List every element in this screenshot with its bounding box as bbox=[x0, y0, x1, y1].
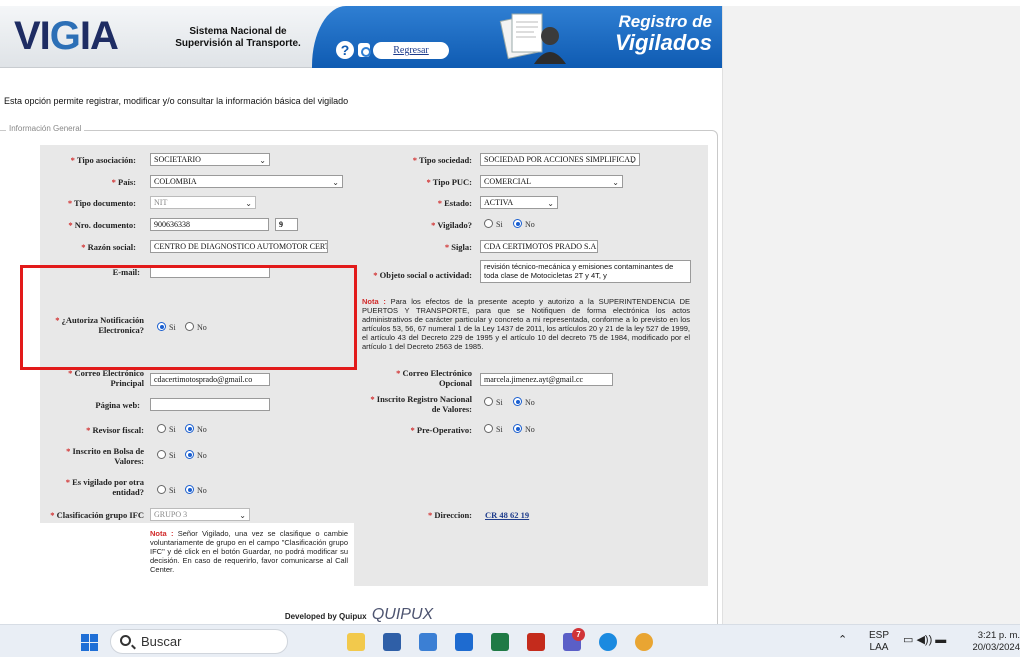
pdf-icon[interactable] bbox=[527, 633, 545, 651]
vigia-logo: VIGIA bbox=[14, 14, 119, 58]
windows-start-icon[interactable] bbox=[81, 634, 98, 651]
chevron-down-icon: ⌄ bbox=[239, 511, 246, 520]
teams-badge: 7 bbox=[572, 628, 585, 641]
word-icon[interactable] bbox=[455, 633, 473, 651]
bolsa-no-radio[interactable]: No bbox=[185, 450, 207, 462]
clasificacion-label: * Clasificación grupo IFC bbox=[50, 510, 144, 520]
right-empty-pane bbox=[722, 6, 1020, 624]
vigilado-otra-no-radio[interactable]: No bbox=[185, 485, 207, 497]
preoperativo-si-radio[interactable]: Si bbox=[484, 424, 503, 436]
bolsa-si-radio[interactable]: Si bbox=[157, 450, 176, 462]
chevron-down-icon: ⌄ bbox=[612, 178, 619, 187]
revisor-fiscal-label: * Revisor fiscal: bbox=[86, 425, 144, 435]
page-title: Registro de Vigilados bbox=[560, 13, 720, 55]
correo-opcional-label: * Correo Electrónico Opcional bbox=[396, 368, 472, 388]
direccion-link[interactable]: CR 48 62 19 bbox=[485, 510, 529, 520]
nro-documento-input[interactable]: 900636338 bbox=[150, 218, 269, 231]
network-volume-battery-icons[interactable]: ▭ ◀)) ▬ bbox=[903, 634, 946, 646]
vigilado-si-radio[interactable]: Si bbox=[484, 219, 503, 231]
title-line-2: Vigilados bbox=[615, 30, 712, 55]
pais-label: * País: bbox=[111, 177, 136, 187]
chevron-down-icon: ⌄ bbox=[259, 156, 266, 165]
pre-operativo-label: * Pre-Operativo: bbox=[410, 425, 472, 435]
tipo-asociacion-select[interactable]: SOCIETARIO ⌄ bbox=[150, 153, 270, 166]
tipo-documento-label: * Tipo documento: bbox=[67, 198, 136, 208]
tipo-puc-select[interactable]: COMERCIAL ⌄ bbox=[480, 175, 623, 188]
tipo-asociacion-label: * Tipo asociación: bbox=[70, 155, 136, 165]
security-icon[interactable] bbox=[419, 633, 437, 651]
vigilado-otra-label: * Es vigilado por otra entidad? bbox=[65, 477, 144, 497]
digito-verificacion-input[interactable]: 9 bbox=[275, 218, 298, 231]
sigla-label: * Sigla: bbox=[444, 242, 472, 252]
search-icon bbox=[120, 635, 131, 646]
chevron-down-icon: ⌄ bbox=[547, 199, 554, 208]
registro-nacional-label: * Inscrito Registro Nacional de Valores: bbox=[370, 394, 472, 414]
pais-select[interactable]: COLOMBIA ⌄ bbox=[150, 175, 343, 188]
footer: Developed by Quipux QUIPUX bbox=[284, 606, 434, 623]
preoperativo-no-radio[interactable]: No bbox=[513, 424, 535, 436]
tipo-sociedad-select[interactable]: SOCIEDAD POR ACCIONES SIMPLIFICAD ⌄ bbox=[480, 153, 640, 166]
correo-opcional-input[interactable]: marcela.jimenez.ayt@gmail.cc bbox=[480, 373, 613, 386]
intro-text: Esta opción permite registrar, modificar… bbox=[4, 96, 349, 106]
vigilado-otra-si-radio[interactable]: Si bbox=[157, 485, 176, 497]
revisor-si-radio[interactable]: Si bbox=[157, 424, 176, 436]
quipux-logo: QUIPUX bbox=[371, 606, 434, 623]
chevron-down-icon: ⌄ bbox=[629, 156, 636, 165]
registro-no-radio[interactable]: No bbox=[513, 397, 535, 409]
logo-subtitle: Sistema Nacional de Supervisión al Trans… bbox=[175, 26, 301, 49]
pagina-web-input[interactable] bbox=[150, 398, 270, 411]
notificacion-note: Nota : Para los efectos de la presente a… bbox=[362, 297, 691, 351]
back-icon[interactable] bbox=[358, 43, 371, 57]
back-link[interactable]: Regresar bbox=[373, 42, 449, 59]
edge-icon[interactable] bbox=[599, 633, 617, 651]
title-line-1: Registro de bbox=[618, 12, 712, 31]
header: VIGIA Sistema Nacional de Supervisión al… bbox=[0, 6, 722, 68]
tipo-puc-label: * Tipo PUC: bbox=[426, 177, 472, 187]
file-explorer-icon[interactable] bbox=[347, 633, 365, 651]
pagina-web-label: Página web: bbox=[95, 400, 140, 410]
clasificacion-select[interactable]: GRUPO 3 ⌄ bbox=[150, 508, 250, 521]
revisor-no-radio[interactable]: No bbox=[185, 424, 207, 436]
razon-social-label: * Razón social: bbox=[81, 242, 136, 252]
language-indicator[interactable]: ESP LAA bbox=[866, 630, 892, 654]
vigilado-no-radio[interactable]: No bbox=[513, 219, 535, 231]
direccion-label: * Direccion: bbox=[428, 510, 472, 520]
help-icon[interactable]: ? bbox=[336, 41, 354, 59]
nro-documento-label: * Nro. documento: bbox=[68, 220, 136, 230]
outlook-icon[interactable] bbox=[383, 633, 401, 651]
chevron-down-icon: ⌄ bbox=[332, 178, 339, 187]
objeto-social-textarea[interactable]: revisión técnico-mecánica y emisiones co… bbox=[480, 260, 691, 283]
estado-label: * Estado: bbox=[437, 198, 472, 208]
estado-select[interactable]: ACTIVA ⌄ bbox=[480, 196, 558, 209]
chrome-icon[interactable] bbox=[635, 633, 653, 651]
taskbar-search[interactable]: Buscar bbox=[110, 629, 288, 654]
objeto-social-label: * Objeto social o actividad: bbox=[373, 270, 472, 280]
sigla-input[interactable]: CDA CERTIMOTOS PRADO S.A bbox=[480, 240, 598, 253]
vigilado-label: * Vigilado? bbox=[431, 220, 472, 230]
section-legend: Información General bbox=[6, 124, 85, 133]
clasificacion-note: Nota : Señor Vigilado, una vez se clasif… bbox=[150, 529, 348, 574]
highlight-box bbox=[20, 265, 357, 370]
excel-icon[interactable] bbox=[491, 633, 509, 651]
correo-principal-input[interactable]: cdacertimotosprado@gmail.co bbox=[150, 373, 270, 386]
correo-principal-label: * Correo Electrónico Principal bbox=[68, 368, 144, 388]
taskbar: Buscar 7 ⌃ ESP LAA ▭ ◀)) ▬ 3:21 p. m. 20/0… bbox=[0, 624, 1020, 657]
tipo-sociedad-label: * Tipo sociedad: bbox=[412, 155, 472, 165]
app-window: VIGIA Sistema Nacional de Supervisión al… bbox=[0, 6, 722, 624]
tipo-documento-select[interactable]: NIT ⌄ bbox=[150, 196, 256, 209]
clock[interactable]: 3:21 p. m. 20/03/2024 bbox=[958, 630, 1020, 654]
razon-social-input[interactable]: CENTRO DE DIAGNOSTICO AUTOMOTOR CERT bbox=[150, 240, 328, 253]
blank-cell bbox=[40, 523, 144, 586]
chevron-up-icon[interactable]: ⌃ bbox=[838, 634, 847, 646]
chevron-down-icon: ⌄ bbox=[245, 199, 252, 208]
bolsa-valores-label: * Inscrito en Bolsa de Valores: bbox=[66, 446, 144, 466]
registro-si-radio[interactable]: Si bbox=[484, 397, 503, 409]
